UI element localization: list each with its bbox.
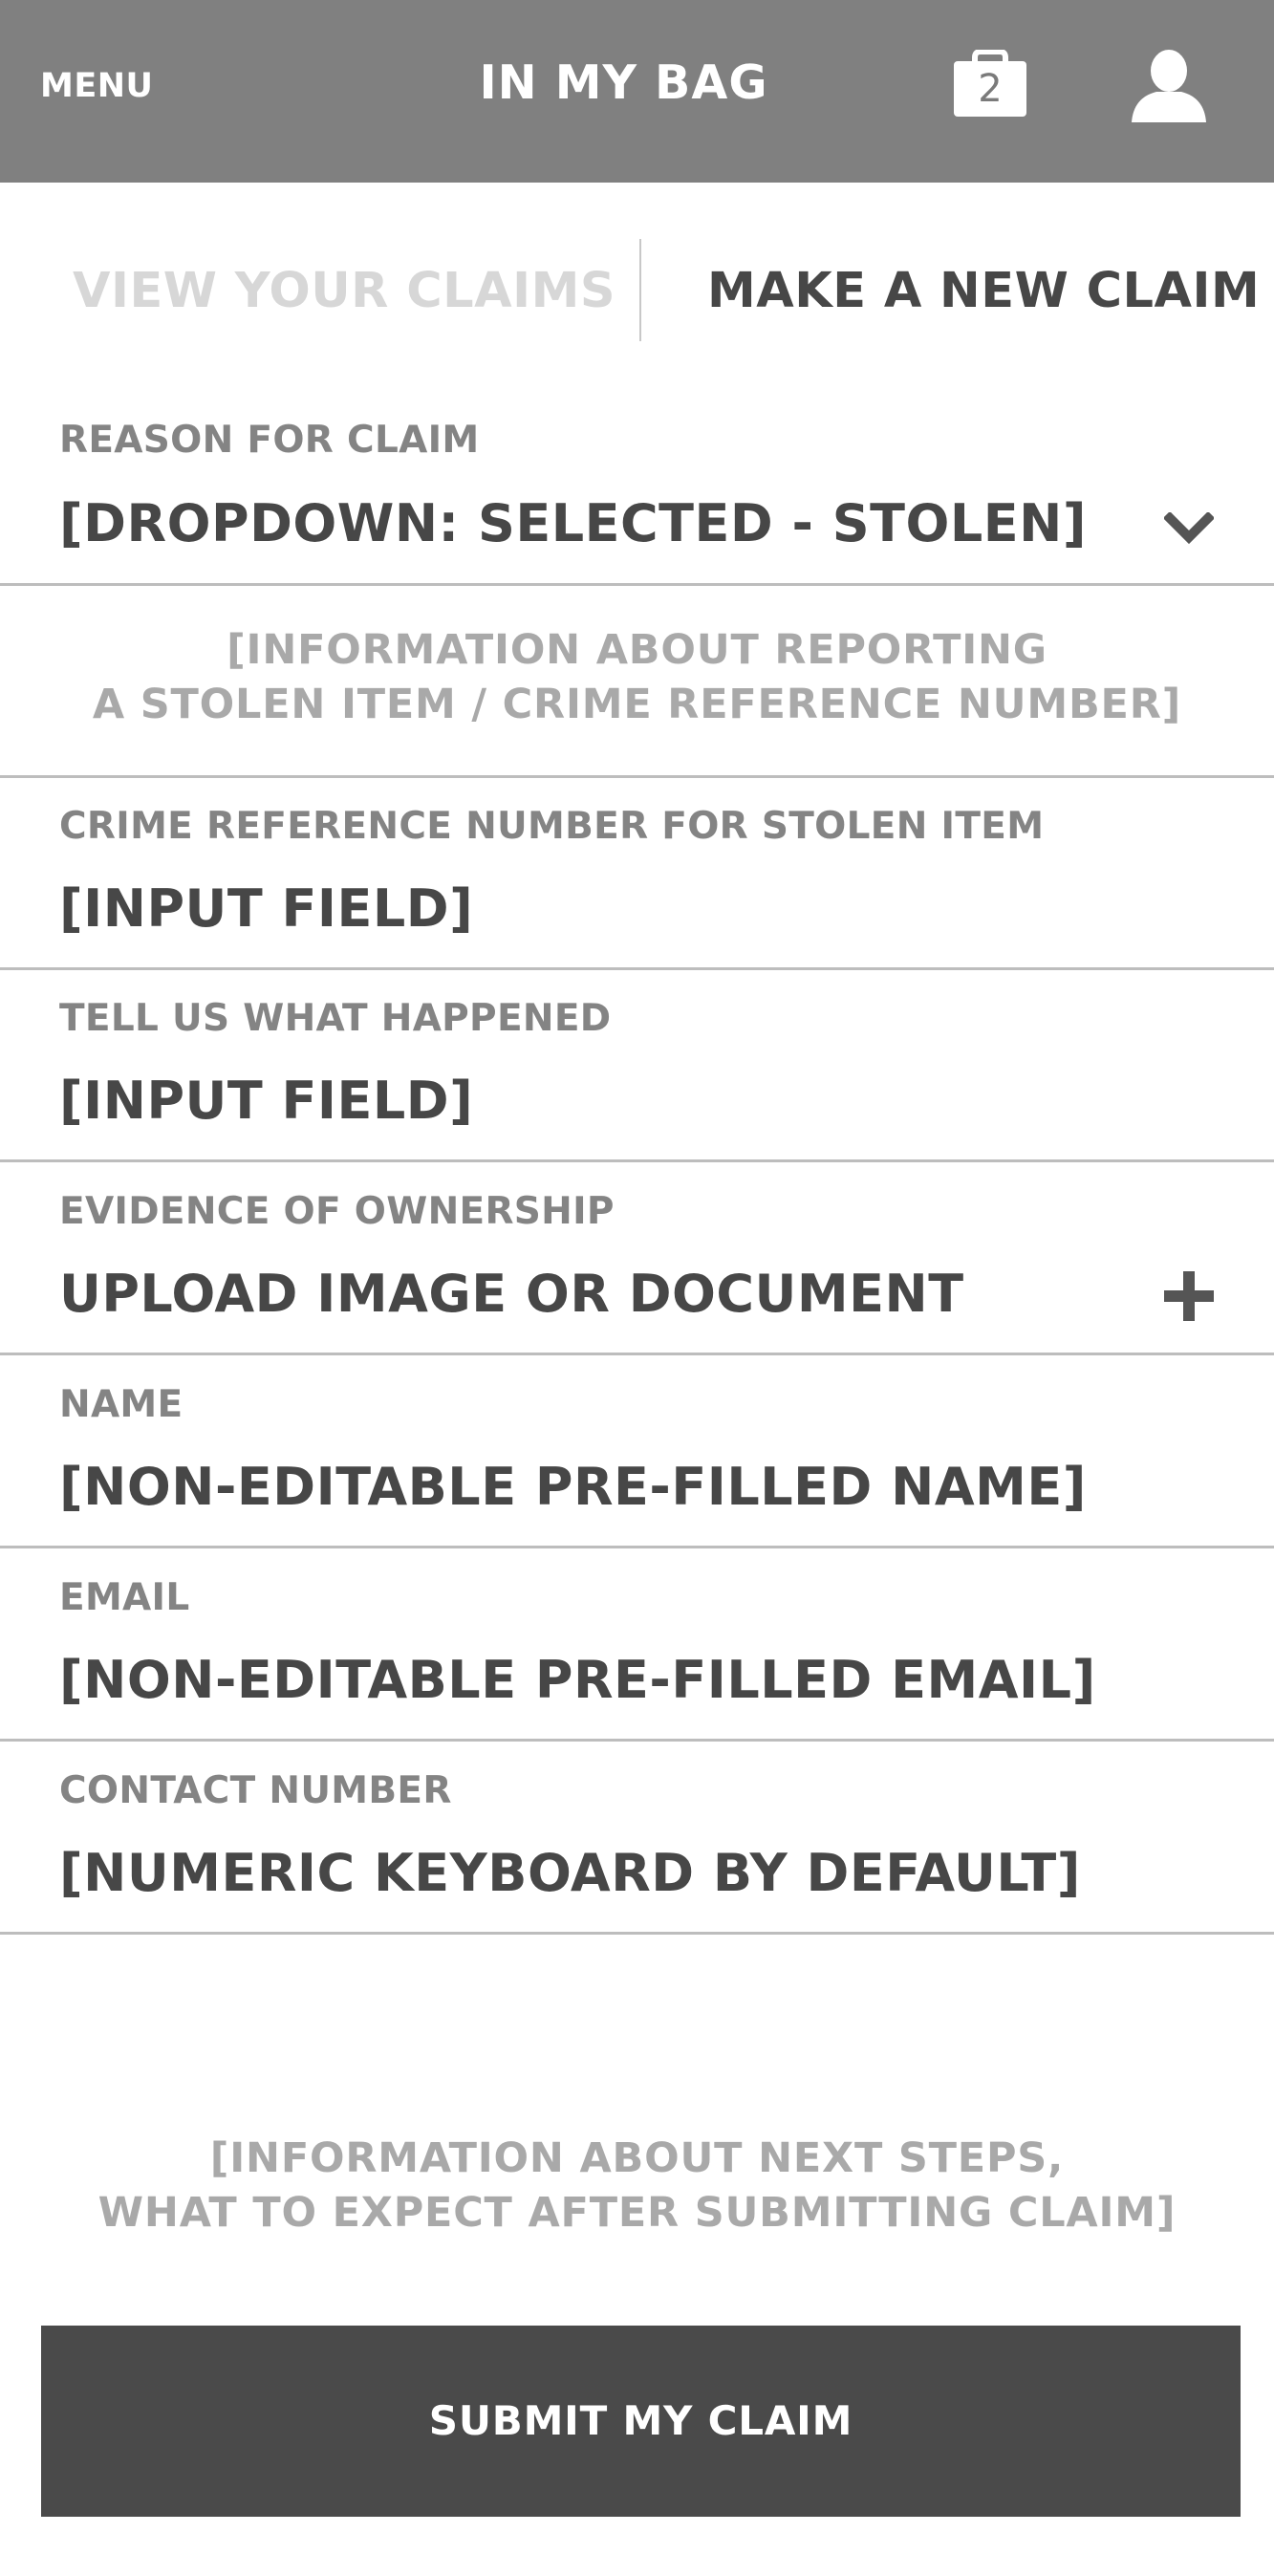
- stolen-info-line-2: A STOLEN ITEM / CRIME REFERENCE NUMBER]: [92, 681, 1182, 728]
- stolen-item-info: [INFORMATION ABOUT REPORTING A STOLEN IT…: [0, 623, 1274, 732]
- divider: [0, 775, 1274, 778]
- contact-number-field[interactable]: [NUMERIC KEYBOARD BY DEFAULT]: [59, 1843, 1081, 1903]
- tab-new-claim[interactable]: MAKE A NEW CLAIM: [707, 239, 1260, 344]
- divider: [0, 1353, 1274, 1355]
- contact-label: CONTACT NUMBER: [59, 1769, 452, 1812]
- what-happened-label: TELL US WHAT HAPPENED: [59, 997, 612, 1040]
- reason-dropdown[interactable]: [DROPDOWN: SELECTED - STOLEN]: [59, 493, 1087, 553]
- page-title: IN MY BAG: [479, 55, 768, 110]
- divider: [0, 583, 1274, 586]
- divider: [0, 1159, 1274, 1162]
- stolen-info-line-1: [INFORMATION ABOUT REPORTING: [227, 626, 1047, 674]
- tab-view-claims[interactable]: VIEW YOUR CLAIMS: [73, 239, 615, 344]
- what-happened-input[interactable]: [INPUT FIELD]: [59, 1071, 473, 1131]
- upload-evidence-button[interactable]: UPLOAD IMAGE OR DOCUMENT: [59, 1264, 964, 1324]
- crime-ref-input[interactable]: [INPUT FIELD]: [59, 878, 473, 939]
- submit-claim-button[interactable]: SUBMIT MY CLAIM: [41, 2326, 1241, 2517]
- email-label: EMAIL: [59, 1576, 190, 1619]
- evidence-label: EVIDENCE OF OWNERSHIP: [59, 1190, 615, 1233]
- claims-tabs: VIEW YOUR CLAIMS MAKE A NEW CLAIM: [0, 239, 1274, 344]
- divider: [0, 1546, 1274, 1548]
- bag-button[interactable]: 2: [954, 50, 1026, 117]
- next-steps-line-2: WHAT TO EXPECT AFTER SUBMITTING CLAIM]: [97, 2189, 1177, 2237]
- divider: [0, 967, 1274, 970]
- bag-count-badge: 2: [978, 67, 1003, 111]
- reason-label: REASON FOR CLAIM: [59, 419, 480, 462]
- next-steps-line-1: [INFORMATION ABOUT NEXT STEPS,: [209, 2134, 1065, 2182]
- email-value: [NON-EDITABLE PRE-FILLED EMAIL]: [59, 1650, 1096, 1710]
- name-label: NAME: [59, 1383, 184, 1426]
- crime-ref-label: CRIME REFERENCE NUMBER FOR STOLEN ITEM: [59, 805, 1045, 848]
- next-steps-info: [INFORMATION ABOUT NEXT STEPS, WHAT TO E…: [0, 2132, 1274, 2240]
- user-icon: [1132, 50, 1206, 122]
- divider: [0, 1932, 1274, 1935]
- tab-divider: [639, 239, 641, 341]
- divider: [0, 1739, 1274, 1742]
- app-header: MENU IN MY BAG 2: [0, 0, 1274, 183]
- plus-icon[interactable]: [1164, 1271, 1214, 1321]
- chevron-down-icon[interactable]: [1164, 512, 1214, 545]
- account-button[interactable]: [1132, 50, 1206, 124]
- name-value: [NON-EDITABLE PRE-FILLED NAME]: [59, 1457, 1087, 1517]
